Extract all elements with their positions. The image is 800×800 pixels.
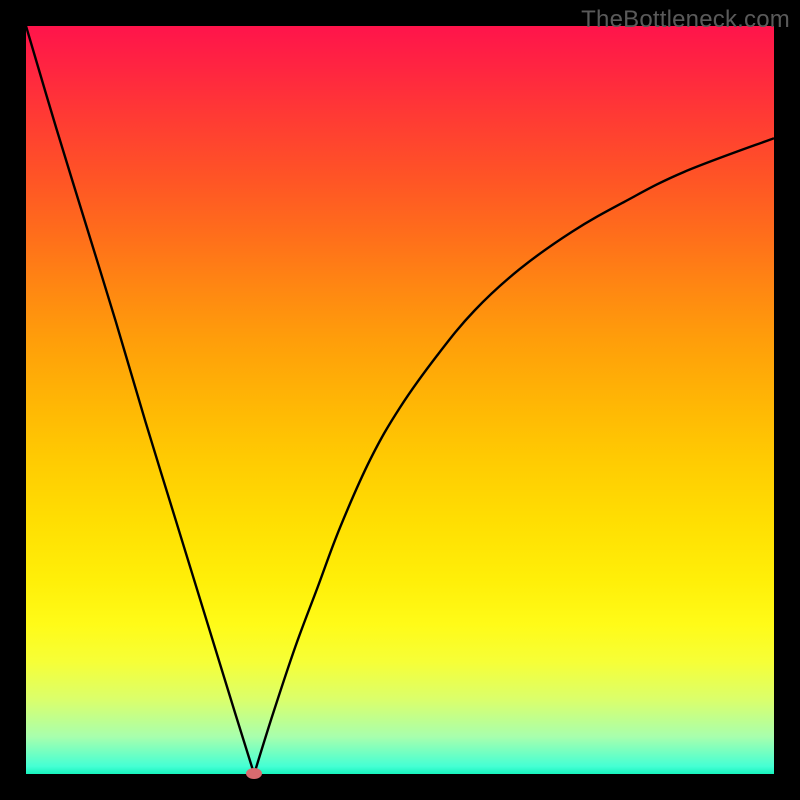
curve-layer [26,26,774,774]
right-branch-curve [254,138,774,774]
left-branch-curve [26,26,254,774]
watermark-text: TheBottleneck.com [581,6,790,34]
plot-area [26,26,774,774]
chart-frame: TheBottleneck.com [0,0,800,800]
min-marker [246,768,262,779]
